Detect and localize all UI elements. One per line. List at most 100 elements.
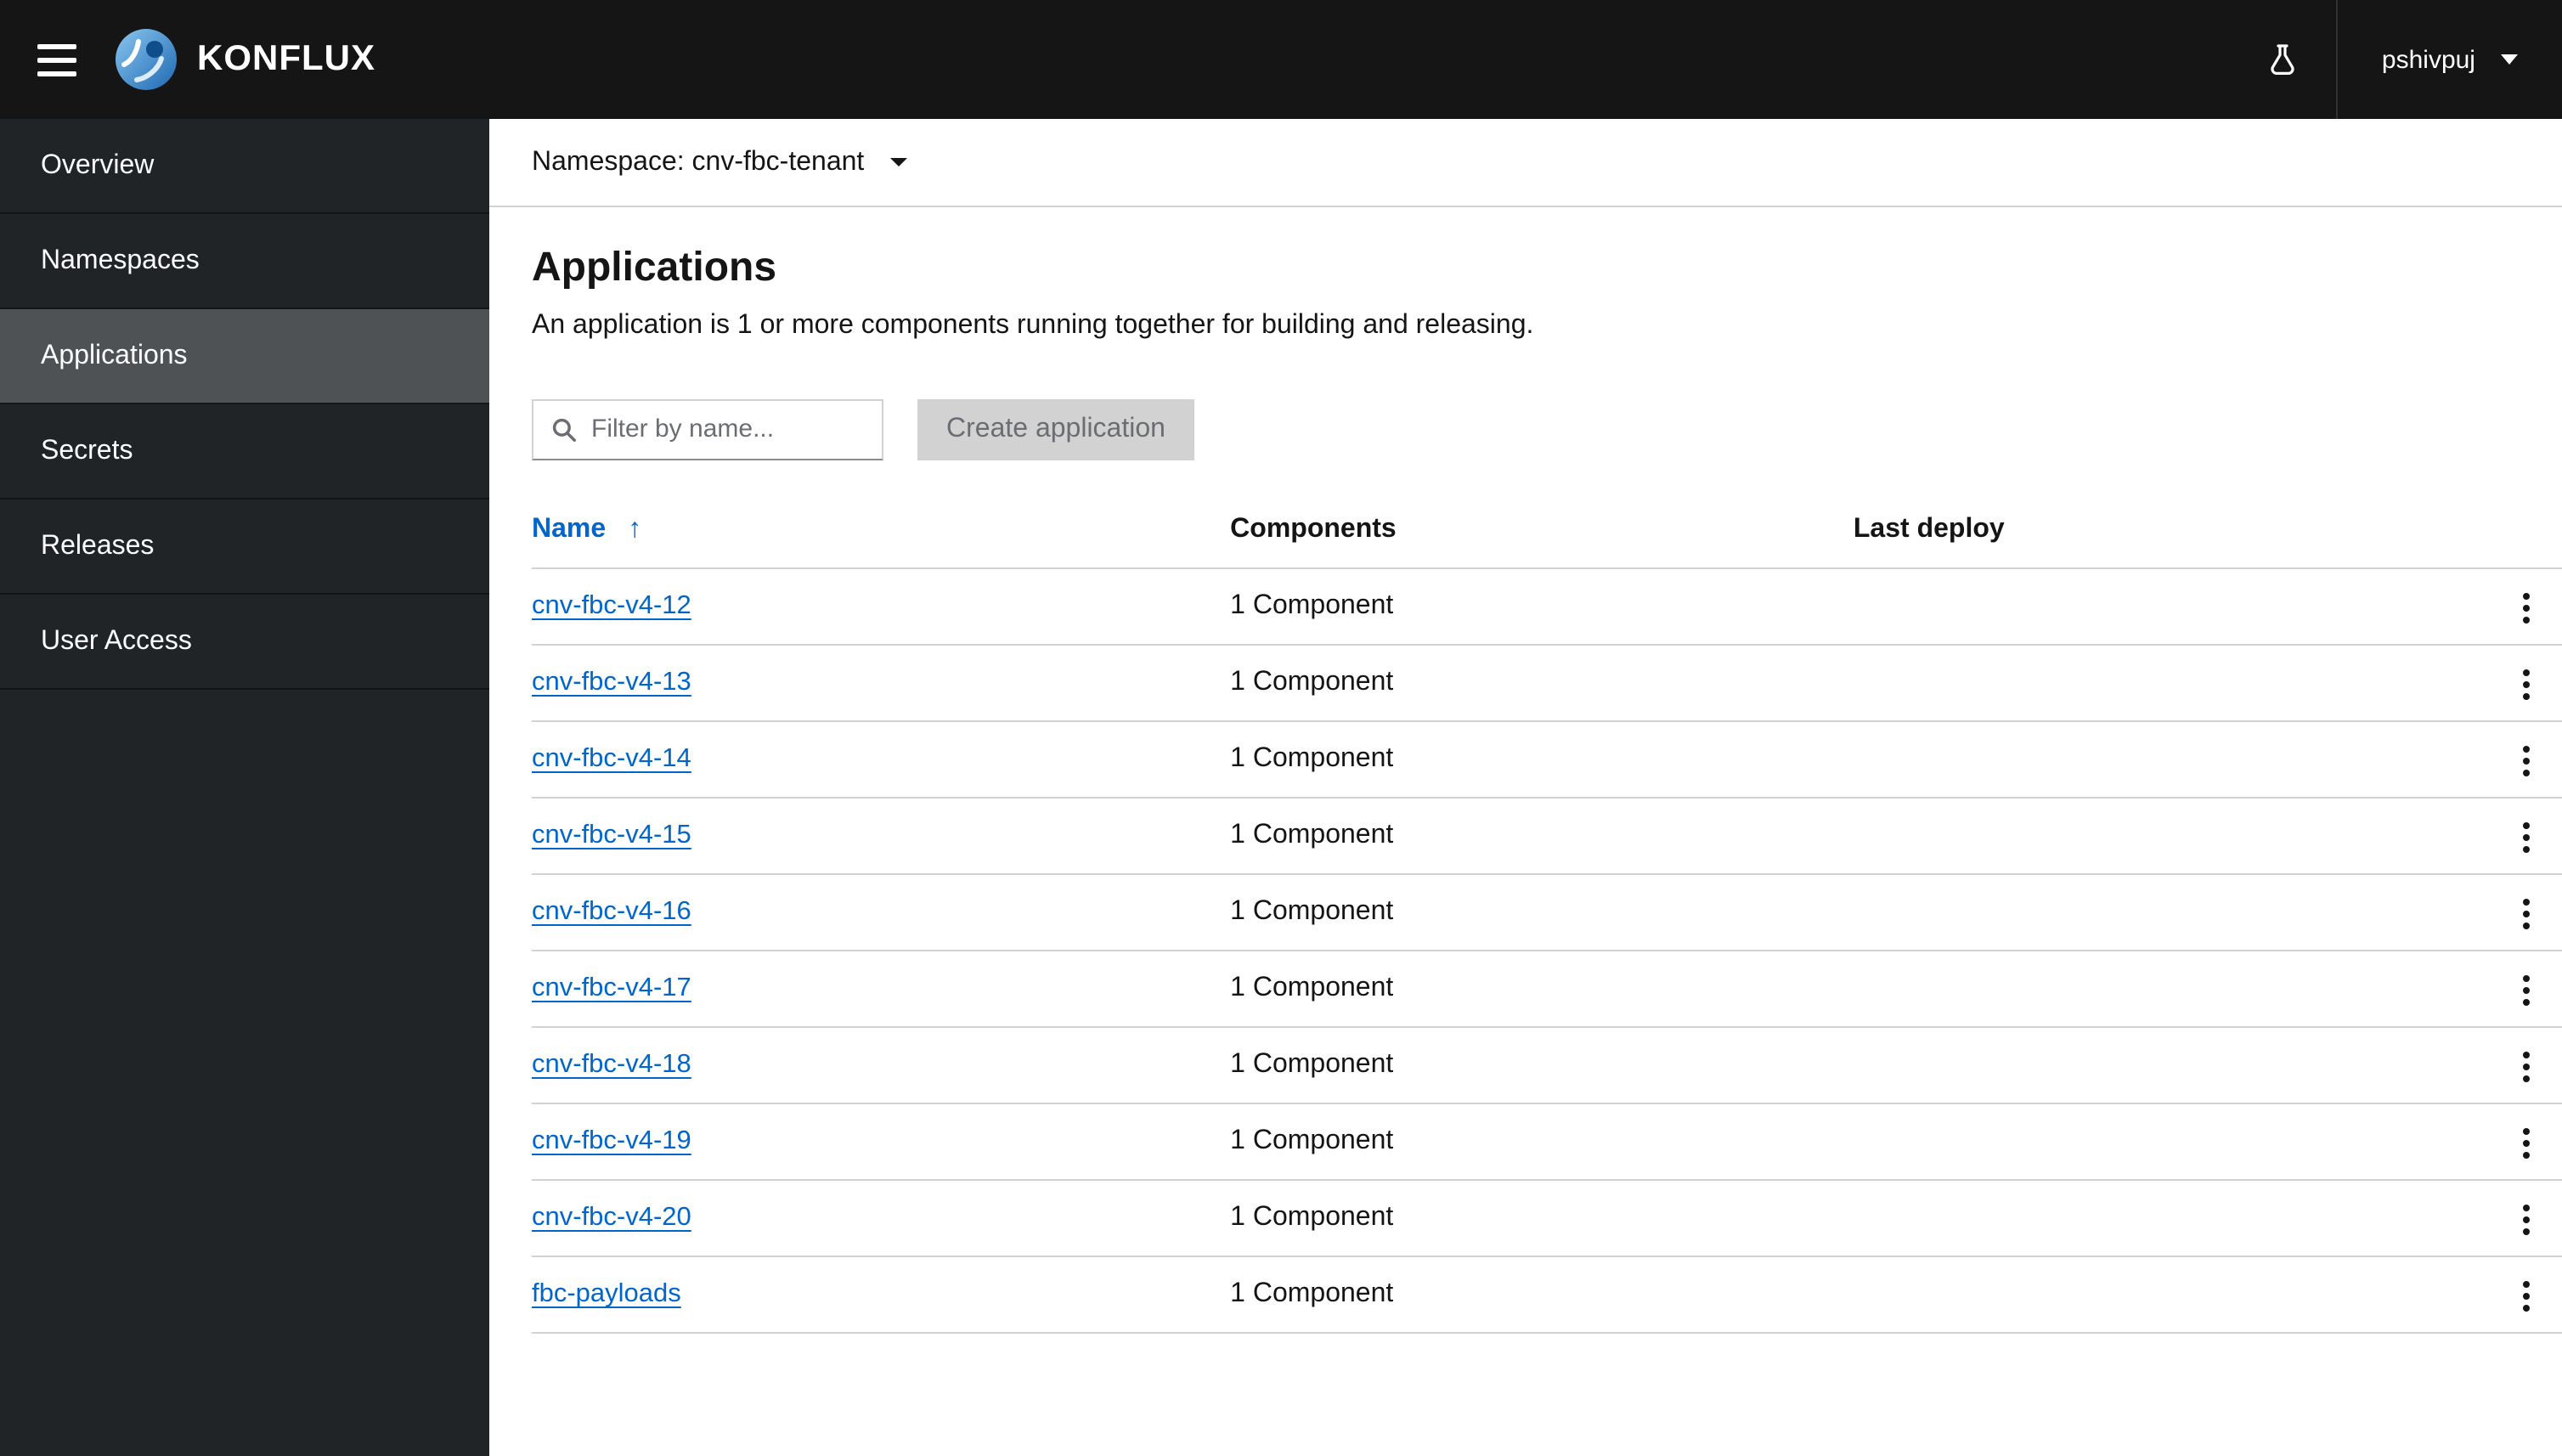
kebab-icon — [2523, 1205, 2531, 1236]
sidebar-item-user-access[interactable]: User Access — [0, 595, 489, 690]
sort-by-name-button[interactable]: Name ↑ — [532, 515, 641, 545]
table-head: Name ↑ Components Last deploy — [532, 514, 2562, 569]
kebab-icon — [2523, 1052, 2531, 1083]
last-deploy-cell — [1853, 873, 2491, 951]
sidebar-item-secrets[interactable]: Secrets — [0, 404, 489, 499]
table-row: cnv-fbc-v4-18 1 Component — [532, 1026, 2562, 1104]
masthead: KONFLUX pshivpuj — [0, 0, 2562, 119]
table-row: cnv-fbc-v4-13 1 Component — [532, 644, 2562, 722]
konflux-logo-icon — [114, 27, 178, 92]
table-header-row: Name ↑ Components Last deploy — [532, 514, 2562, 569]
chevron-down-icon — [2501, 54, 2518, 65]
last-deploy-cell — [1853, 797, 2491, 875]
kebab-icon — [2523, 746, 2531, 777]
sidebar-item-namespaces[interactable]: Namespaces — [0, 214, 489, 309]
application-link[interactable]: cnv-fbc-v4-15 — [532, 821, 691, 849]
row-actions-kebab-button[interactable] — [2513, 813, 2540, 864]
page-title: Applications — [532, 245, 777, 291]
sidebar: Overview Namespaces Applications Secrets… — [0, 119, 489, 1456]
sidebar-item-label: Overview — [41, 150, 155, 179]
table-row: cnv-fbc-v4-14 1 Component — [532, 720, 2562, 799]
sort-ascending-icon: ↑ — [628, 514, 642, 544]
user-menu[interactable]: pshivpuj — [2335, 0, 2562, 119]
brand[interactable]: KONFLUX — [114, 27, 375, 92]
kebab-icon — [2523, 1281, 2531, 1312]
table-row: cnv-fbc-v4-16 1 Component — [532, 873, 2562, 951]
kebab-icon — [2523, 899, 2531, 930]
application-link[interactable]: cnv-fbc-v4-18 — [532, 1050, 691, 1079]
kebab-icon — [2523, 1128, 2531, 1160]
components-cell: 1 Component — [1230, 873, 1854, 951]
main-content: Namespace: cnv-fbc-tenant Applications A… — [489, 119, 2562, 1456]
components-cell: 1 Component — [1230, 950, 1854, 1028]
application-link[interactable]: cnv-fbc-v4-13 — [532, 668, 691, 697]
hamburger-icon — [37, 43, 76, 76]
application-link[interactable]: cnv-fbc-v4-14 — [532, 744, 691, 773]
row-actions-kebab-button[interactable] — [2513, 660, 2540, 711]
components-cell: 1 Component — [1230, 567, 1854, 646]
row-actions-kebab-button[interactable] — [2513, 1119, 2540, 1170]
last-deploy-cell — [1853, 950, 2491, 1028]
row-actions-kebab-button[interactable] — [2513, 1195, 2540, 1246]
global-nav-toggle-button[interactable] — [20, 26, 93, 93]
namespace-label: Namespace: cnv-fbc-tenant — [532, 147, 865, 176]
kebab-icon — [2523, 822, 2531, 854]
sidebar-item-overview[interactable]: Overview — [0, 119, 489, 214]
components-cell: 1 Component — [1230, 1103, 1854, 1181]
components-header: Components — [1230, 514, 1854, 569]
kebab-icon — [2523, 593, 2531, 624]
search-icon — [552, 418, 576, 442]
application-link[interactable]: cnv-fbc-v4-19 — [532, 1126, 691, 1155]
row-actions-kebab-button[interactable] — [2513, 1042, 2540, 1093]
row-actions-kebab-button[interactable] — [2513, 966, 2540, 1017]
name-header-label: Name — [532, 514, 607, 544]
chevron-down-icon — [889, 158, 907, 166]
sidebar-item-label: User Access — [41, 626, 192, 655]
sidebar-item-label: Secrets — [41, 436, 133, 465]
application-link[interactable]: cnv-fbc-v4-12 — [532, 591, 691, 620]
application-link[interactable]: cnv-fbc-v4-17 — [532, 973, 691, 1002]
username: pshivpuj — [2381, 45, 2475, 74]
toolbar: Create application — [532, 398, 2562, 460]
sidebar-item-label: Namespaces — [41, 245, 200, 274]
create-application-button[interactable]: Create application — [917, 398, 1194, 460]
last-deploy-cell — [1853, 720, 2491, 799]
table-row: cnv-fbc-v4-17 1 Component — [532, 950, 2562, 1028]
filter-by-name-input[interactable] — [576, 415, 882, 444]
flask-icon — [2270, 44, 2295, 75]
components-cell: 1 Component — [1230, 720, 1854, 799]
row-actions-kebab-button[interactable] — [2513, 736, 2540, 787]
row-actions-kebab-button[interactable] — [2513, 1272, 2540, 1323]
components-cell: 1 Component — [1230, 1026, 1854, 1104]
table-body: cnv-fbc-v4-12 1 Component cnv-fbc-v4-13 … — [532, 567, 2562, 1334]
namespace-selector[interactable]: Namespace: cnv-fbc-tenant — [532, 147, 907, 178]
namespace-bar: Namespace: cnv-fbc-tenant — [489, 119, 2562, 207]
actions-header — [2491, 514, 2562, 569]
filter-group — [532, 398, 883, 460]
masthead-actions: pshivpuj — [2229, 0, 2562, 119]
sidebar-item-releases[interactable]: Releases — [0, 499, 489, 595]
application-link[interactable]: fbc-payloads — [532, 1279, 681, 1308]
sidebar-item-applications[interactable]: Applications — [0, 309, 489, 404]
table-row: cnv-fbc-v4-20 1 Component — [532, 1179, 2562, 1257]
components-cell: 1 Component — [1230, 797, 1854, 875]
application-link[interactable]: cnv-fbc-v4-20 — [532, 1203, 691, 1232]
sidebar-item-label: Applications — [41, 341, 188, 370]
experimental-features-button[interactable] — [2229, 0, 2336, 119]
row-actions-kebab-button[interactable] — [2513, 584, 2540, 635]
brand-name: KONFLUX — [197, 39, 375, 78]
table-row: cnv-fbc-v4-12 1 Component — [532, 567, 2562, 646]
last-deploy-cell — [1853, 1256, 2491, 1334]
page-description: An application is 1 or more components r… — [532, 310, 1534, 340]
application-link[interactable]: cnv-fbc-v4-16 — [532, 897, 691, 926]
applications-table: Name ↑ Components Last deploy cnv-fbc-v4… — [532, 514, 2562, 1334]
last-deploy-cell — [1853, 1026, 2491, 1104]
row-actions-kebab-button[interactable] — [2513, 889, 2540, 940]
last-deploy-header: Last deploy — [1853, 514, 2491, 569]
last-deploy-cell — [1853, 644, 2491, 722]
sidebar-item-label: Releases — [41, 531, 155, 560]
table-row: cnv-fbc-v4-15 1 Component — [532, 797, 2562, 875]
last-deploy-cell — [1853, 1179, 2491, 1257]
components-cell: 1 Component — [1230, 1179, 1854, 1257]
table-row: fbc-payloads 1 Component — [532, 1256, 2562, 1334]
